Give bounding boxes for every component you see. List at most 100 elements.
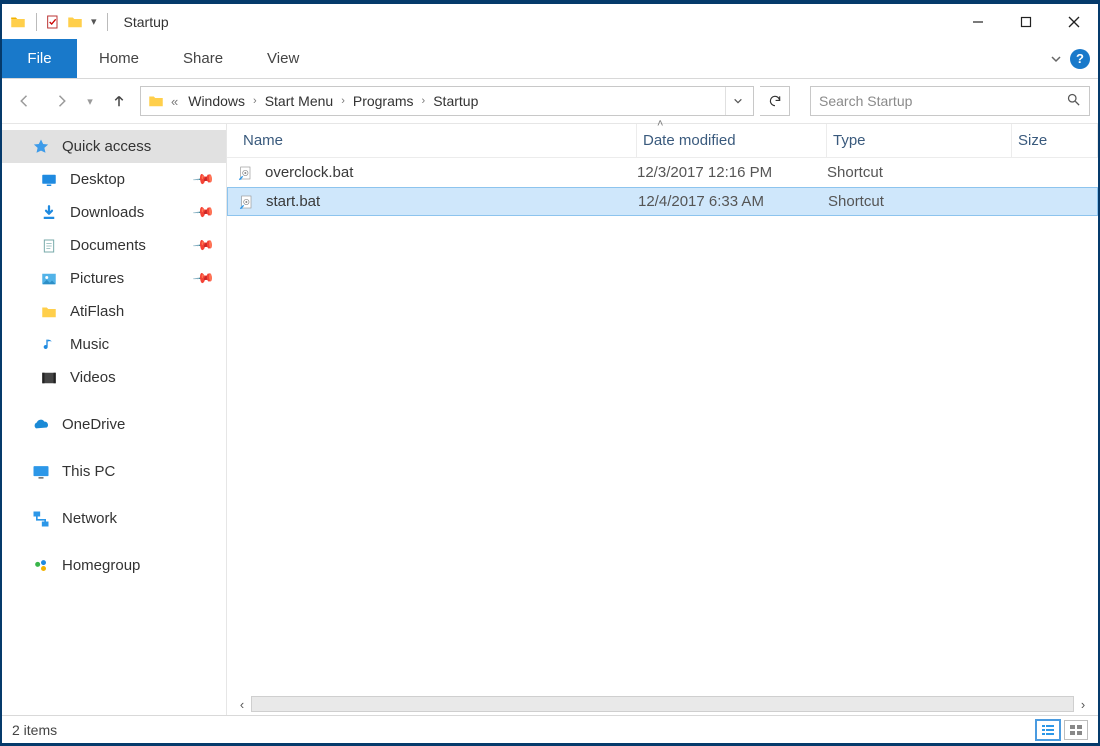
scroll-track[interactable] [251,696,1074,712]
nav-desktop[interactable]: Desktop 📌 [2,163,226,196]
column-name[interactable]: Name [237,124,637,157]
star-icon [30,136,52,158]
file-row[interactable]: start.bat 12/4/2017 6:33 AM Shortcut [227,187,1098,216]
file-name: overclock.bat [265,164,353,181]
nav-network[interactable]: Network [2,502,226,535]
column-headers: ˄ Name Date modified Type Size [227,124,1098,158]
nav-label: Network [62,510,117,527]
separator [107,13,108,31]
search-input[interactable] [819,93,1066,109]
nav-pictures[interactable]: Pictures 📌 [2,262,226,295]
nav-quick-access[interactable]: Quick access [2,130,226,163]
nav-this-pc[interactable]: This PC [2,455,226,488]
download-icon [38,202,60,224]
file-row[interactable]: overclock.bat 12/3/2017 12:16 PM Shortcu… [227,158,1098,187]
nav-label: This PC [62,463,115,480]
column-date[interactable]: Date modified [637,124,827,157]
file-date: 12/4/2017 6:33 AM [638,193,828,210]
nav-label: Desktop [70,171,125,188]
desktop-icon [38,169,60,191]
nav-label: Quick access [62,138,151,155]
folder-icon [145,90,167,112]
nav-label: Homegroup [62,557,140,574]
pin-icon: 📌 [191,233,215,257]
file-date: 12/3/2017 12:16 PM [637,164,827,181]
address-bar[interactable]: « Windows › Start Menu › Programs › Star… [140,86,754,116]
close-button[interactable] [1050,4,1098,39]
window-title: Startup [114,14,169,30]
help-button[interactable]: ? [1070,49,1090,69]
qat-folder-icon [8,12,28,32]
nav-label: Music [70,336,109,353]
pin-icon: 📌 [191,200,215,224]
large-icons-view-button[interactable] [1064,720,1088,740]
qat-properties-icon[interactable] [43,12,63,32]
crumb-programs[interactable]: Programs [347,93,420,109]
horizontal-scrollbar[interactable]: ‹ › [227,693,1098,715]
tab-home[interactable]: Home [77,39,161,78]
title-bar: ▾ Startup [2,4,1098,39]
nav-label: Videos [70,369,116,386]
recent-locations-dropdown[interactable]: ▾ [82,86,98,116]
nav-documents[interactable]: Documents 📌 [2,229,226,262]
details-view-button[interactable] [1036,720,1060,740]
navigation-row: ▾ « Windows › Start Menu › Programs › St… [2,79,1098,123]
nav-label: AtiFlash [70,303,124,320]
tab-view[interactable]: View [245,39,321,78]
videos-icon [38,367,60,389]
chevron-right-icon[interactable]: › [339,95,347,107]
ribbon-expand-button[interactable] [1042,39,1070,78]
nav-music[interactable]: Music [2,328,226,361]
chevron-right-icon[interactable]: › [420,95,428,107]
search-icon[interactable] [1066,92,1081,110]
pin-icon: 📌 [191,266,215,290]
refresh-button[interactable] [760,86,790,116]
qat-customize-dropdown[interactable]: ▾ [91,15,97,28]
address-dropdown[interactable] [725,87,749,115]
scroll-left-button[interactable]: ‹ [233,697,251,712]
column-type[interactable]: Type [827,124,1012,157]
scroll-right-button[interactable]: › [1074,697,1092,712]
nav-label: Downloads [70,204,144,221]
file-name: start.bat [266,193,320,210]
minimize-button[interactable] [954,4,1002,39]
file-tab[interactable]: File [2,39,77,78]
crumb-startmenu[interactable]: Start Menu [259,93,339,109]
nav-label: Pictures [70,270,124,287]
tab-share[interactable]: Share [161,39,245,78]
monitor-icon [30,461,52,483]
nav-videos[interactable]: Videos [2,361,226,394]
navigation-pane: Quick access Desktop 📌 Downloads 📌 Docum… [2,124,227,715]
file-type: Shortcut [827,164,1012,181]
search-box[interactable] [810,86,1090,116]
file-rows[interactable]: overclock.bat 12/3/2017 12:16 PM Shortcu… [227,158,1098,693]
back-button[interactable] [10,86,40,116]
file-type: Shortcut [828,193,1013,210]
nav-onedrive[interactable]: OneDrive [2,408,226,441]
maximize-button[interactable] [1002,4,1050,39]
shortcut-file-icon [237,164,255,182]
document-icon [38,235,60,257]
homegroup-icon [30,555,52,577]
network-icon [30,508,52,530]
column-size[interactable]: Size [1012,124,1098,157]
music-icon [38,334,60,356]
overflow-chevron-icon[interactable]: « [171,94,178,109]
nav-label: OneDrive [62,416,125,433]
pictures-icon [38,268,60,290]
chevron-right-icon[interactable]: › [251,95,259,107]
file-list-area: ˄ Name Date modified Type Size overclock… [227,124,1098,715]
crumb-startup[interactable]: Startup [427,93,484,109]
nav-downloads[interactable]: Downloads 📌 [2,196,226,229]
nav-homegroup[interactable]: Homegroup [2,549,226,582]
separator [36,13,37,31]
up-button[interactable] [104,86,134,116]
qat-newfolder-icon[interactable] [65,12,85,32]
ribbon: File Home Share View ? [2,39,1098,79]
status-item-count: 2 items [12,722,57,738]
onedrive-icon [30,414,52,436]
pin-icon: 📌 [191,167,215,191]
crumb-windows[interactable]: Windows [182,93,251,109]
nav-atiflash[interactable]: AtiFlash [2,295,226,328]
forward-button[interactable] [46,86,76,116]
